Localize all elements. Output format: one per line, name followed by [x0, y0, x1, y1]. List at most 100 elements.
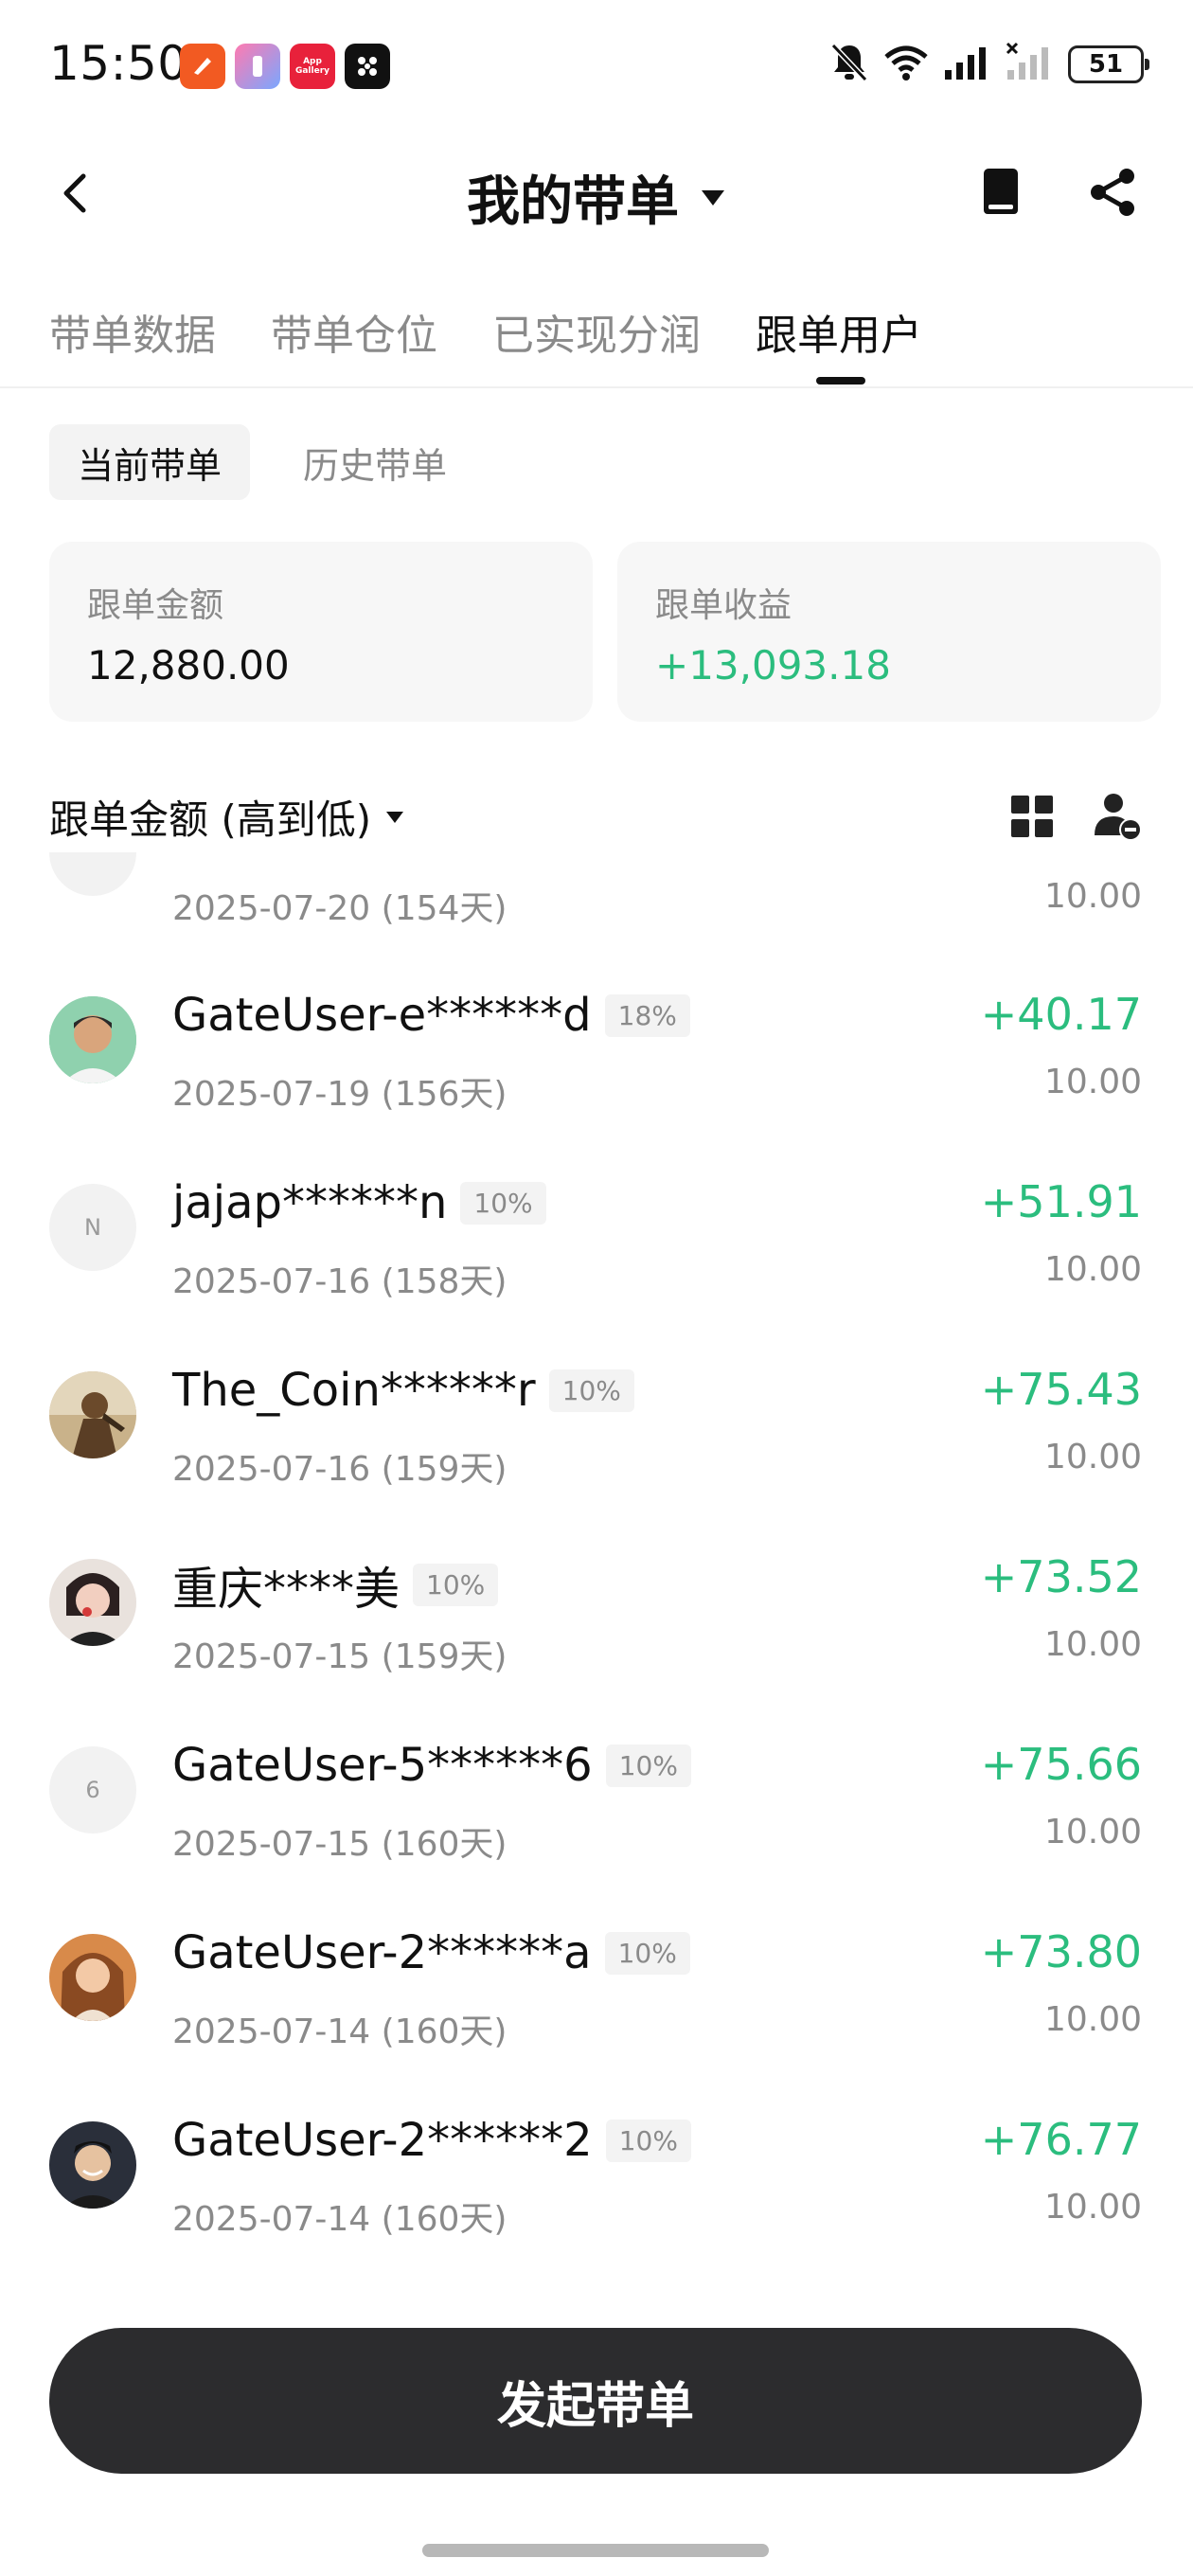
- copy-profit-label: 跟单收益: [655, 586, 792, 625]
- profit-share-badge: 10%: [604, 1931, 690, 1975]
- follower-profit: +73.80: [980, 1926, 1142, 1977]
- tab-realized-profit-share[interactable]: 已实现分润: [492, 301, 701, 362]
- follower-row[interactable]: 重庆****美 10% 2025-07-15 (159天) +73.52 10.…: [0, 1525, 1193, 1712]
- bell-muted-icon: [829, 42, 869, 87]
- follower-row[interactable]: 6 GateUser-5******6 10% 2025-07-15 (160天…: [0, 1712, 1193, 1900]
- copy-amount-value: 12,880.00: [87, 642, 290, 689]
- home-indicator[interactable]: [422, 2544, 769, 2557]
- follower-name: GateUser-2******2: [172, 2114, 593, 2167]
- follower-row[interactable]: GateUser-2******a 10% 2025-07-14 (160天) …: [0, 1900, 1193, 2087]
- share-button[interactable]: [1081, 161, 1144, 224]
- app-icon-gradient: [235, 44, 280, 89]
- follower-amount: 10.00: [1043, 1625, 1142, 1664]
- follower-name: jajap******n: [172, 1176, 448, 1229]
- follower-amount: 10.00: [1043, 1250, 1142, 1289]
- launch-lead-button[interactable]: 发起带单: [49, 2328, 1142, 2474]
- follower-name-row: The_Coin******r 10%: [172, 1364, 634, 1417]
- follower-row[interactable]: The_Coin******r 10% 2025-07-16 (159天) +7…: [0, 1337, 1193, 1525]
- remove-follower-icon[interactable]: [1091, 790, 1144, 843]
- follower-amount: 10.00: [1043, 1063, 1142, 1101]
- top-nav-bar: 我的带单: [0, 142, 1193, 246]
- follower-avatar: [49, 1934, 136, 2021]
- follower-avatar: [49, 1559, 136, 1646]
- follower-date: 2025-07-20 (154天): [172, 889, 507, 928]
- follower-row[interactable]: 2025-07-20 (154天) 10.00: [0, 852, 1193, 962]
- follower-amount: 10.00: [1043, 2000, 1142, 2039]
- avatar-photo-icon: [49, 1934, 136, 2021]
- subtab-current-lead[interactable]: 当前带单: [49, 424, 251, 500]
- copy-amount-card: 跟单金额 12,880.00: [49, 542, 593, 722]
- follower-name-row: jajap******n 10%: [172, 1176, 546, 1229]
- sort-dropdown[interactable]: 跟单金额 (高到低): [49, 788, 405, 846]
- profit-share-badge: 10%: [605, 2119, 691, 2162]
- avatar-initial: 6: [85, 1777, 100, 1803]
- follower-name: GateUser-e******d: [172, 989, 592, 1042]
- caret-down-icon: [702, 189, 724, 206]
- grid-view-icon[interactable]: [1007, 792, 1057, 841]
- follower-amount: 10.00: [1043, 877, 1142, 916]
- follower-profit: +76.77: [980, 2114, 1142, 2165]
- follower-date: 2025-07-15 (160天): [172, 1825, 507, 1864]
- follower-name-row: GateUser-e******d 18%: [172, 989, 690, 1042]
- avatar-photo-icon: [49, 2121, 136, 2209]
- follower-date: 2025-07-16 (158天): [172, 1262, 507, 1301]
- follower-date: 2025-07-16 (159天): [172, 1450, 507, 1489]
- profit-share-badge: 10%: [605, 1744, 691, 1787]
- app-icon-orange: [180, 44, 225, 89]
- avatar-photo-icon: [49, 1559, 136, 1646]
- follower-date: 2025-07-14 (160天): [172, 2012, 507, 2051]
- follower-amount: 10.00: [1043, 1813, 1142, 1852]
- follower-row[interactable]: GateUser-2******2 10% 2025-07-14 (160天) …: [0, 2087, 1193, 2254]
- sort-bar: 跟单金额 (高到低): [0, 777, 1193, 852]
- section-tabs: 带单数据 带单仓位 已实现分润 跟单用户: [0, 284, 1193, 388]
- follower-avatar: [49, 852, 136, 896]
- follower-profit: +75.43: [980, 1364, 1142, 1415]
- app-gallery-icon: App Gallery: [290, 44, 335, 89]
- follower-avatar: [49, 1371, 136, 1458]
- share-icon: [1091, 169, 1134, 216]
- follower-name: 重庆****美: [172, 1563, 401, 1616]
- follower-name: GateUser-2******a: [172, 1926, 592, 1979]
- follower-name-row: GateUser-2******a 10%: [172, 1926, 690, 1979]
- follower-row[interactable]: N jajap******n 10% 2025-07-16 (158天) +51…: [0, 1150, 1193, 1337]
- status-time: 15:50: [49, 36, 188, 91]
- tab-followers[interactable]: 跟单用户: [756, 301, 922, 362]
- copy-profit-card: 跟单收益 +13,093.18: [617, 542, 1161, 722]
- sort-label: 跟单金额 (高到低): [49, 796, 372, 843]
- status-indicators: 51: [829, 42, 1149, 87]
- battery-level: 51: [1088, 50, 1124, 79]
- tab-lead-positions[interactable]: 带单仓位: [271, 301, 437, 362]
- follower-profit: +73.52: [980, 1551, 1142, 1602]
- battery-indicator: 51: [1068, 45, 1149, 83]
- follower-profit: +40.17: [980, 989, 1142, 1040]
- follower-row[interactable]: GateUser-e******d 18% 2025-07-19 (156天) …: [0, 962, 1193, 1150]
- follower-profit: +75.66: [980, 1739, 1142, 1790]
- profit-share-badge: 18%: [604, 993, 690, 1037]
- follower-profit: +51.91: [980, 1176, 1142, 1227]
- follower-name-row: GateUser-2******2 10%: [172, 2114, 691, 2167]
- guide-book-button[interactable]: [970, 161, 1032, 224]
- book-icon: [984, 169, 1018, 214]
- signal-icon: [943, 44, 992, 85]
- avatar-photo-icon: [49, 996, 136, 1083]
- follower-avatar: [49, 2121, 136, 2209]
- follower-avatar: N: [49, 1184, 136, 1271]
- status-app-icons: App Gallery: [180, 44, 390, 89]
- active-tab-indicator: [816, 377, 865, 385]
- app-gallery-label: App Gallery: [294, 57, 330, 76]
- avatar-photo-icon: [49, 1371, 136, 1458]
- follower-amount: 10.00: [1043, 2188, 1142, 2227]
- subtab-history-lead[interactable]: 历史带单: [275, 424, 475, 500]
- app-icon-dice: [345, 44, 390, 89]
- follower-date: 2025-07-19 (156天): [172, 1075, 507, 1114]
- profit-share-badge: 10%: [413, 1563, 499, 1606]
- signal-no-service-icon: [1006, 42, 1055, 87]
- follower-name-row: 重庆****美 10%: [172, 1551, 499, 1618]
- status-bar: 15:50 App Gallery 51: [0, 0, 1193, 142]
- page-title: 我的带单: [467, 171, 679, 233]
- tab-lead-data[interactable]: 带单数据: [49, 301, 216, 362]
- follower-list: 2025-07-20 (154天) 10.00 GateUser-e******…: [0, 852, 1193, 2254]
- follower-avatar: [49, 996, 136, 1083]
- follower-date: 2025-07-15 (159天): [172, 1637, 507, 1676]
- copy-profit-value: +13,093.18: [655, 642, 891, 689]
